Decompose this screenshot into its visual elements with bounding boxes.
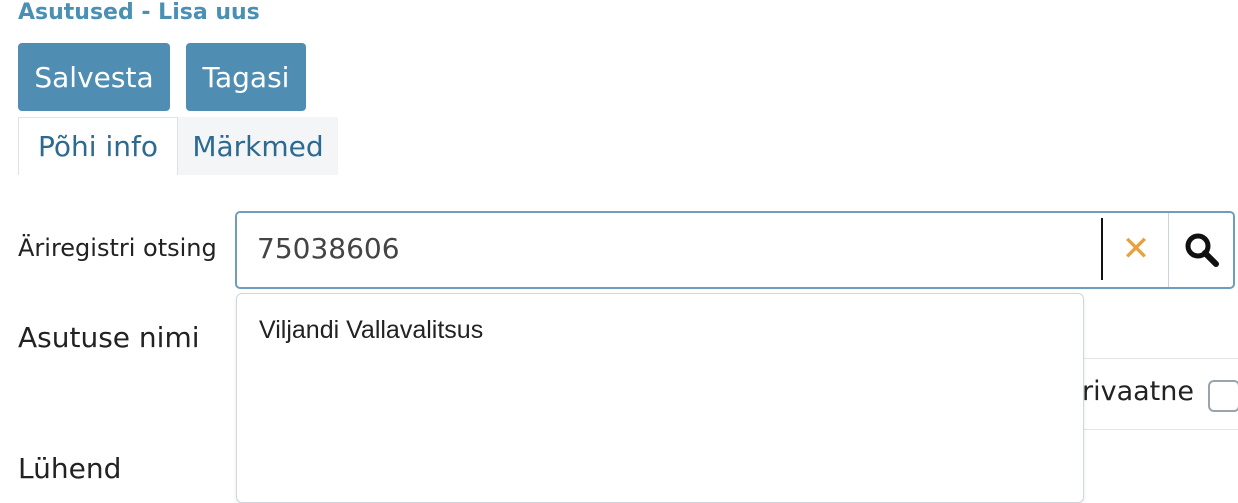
search-icon bbox=[1185, 233, 1219, 267]
tab-notes[interactable]: Märkmed bbox=[178, 117, 338, 175]
tab-basic-info[interactable]: Põhi info bbox=[18, 117, 178, 175]
search-button[interactable] bbox=[1168, 213, 1235, 287]
private-checkbox[interactable] bbox=[1208, 380, 1238, 412]
back-button[interactable]: Tagasi bbox=[186, 43, 306, 111]
text-caret bbox=[1101, 218, 1103, 280]
business-registry-search-label: Äriregistri otsing bbox=[18, 234, 217, 262]
search-input-value[interactable]: 75038606 bbox=[257, 232, 400, 265]
autocomplete-option[interactable]: Viljandi Vallavalitsus bbox=[259, 316, 483, 345]
organization-name-label: Asutuse nimi bbox=[18, 321, 200, 354]
abbreviation-label: Lühend bbox=[18, 452, 122, 485]
private-label: rivaatne bbox=[1082, 376, 1194, 407]
close-icon[interactable]: ✕ bbox=[1120, 229, 1152, 269]
page-title: Asutused - Lisa uus bbox=[18, 0, 260, 25]
save-button[interactable]: Salvesta bbox=[18, 43, 170, 111]
